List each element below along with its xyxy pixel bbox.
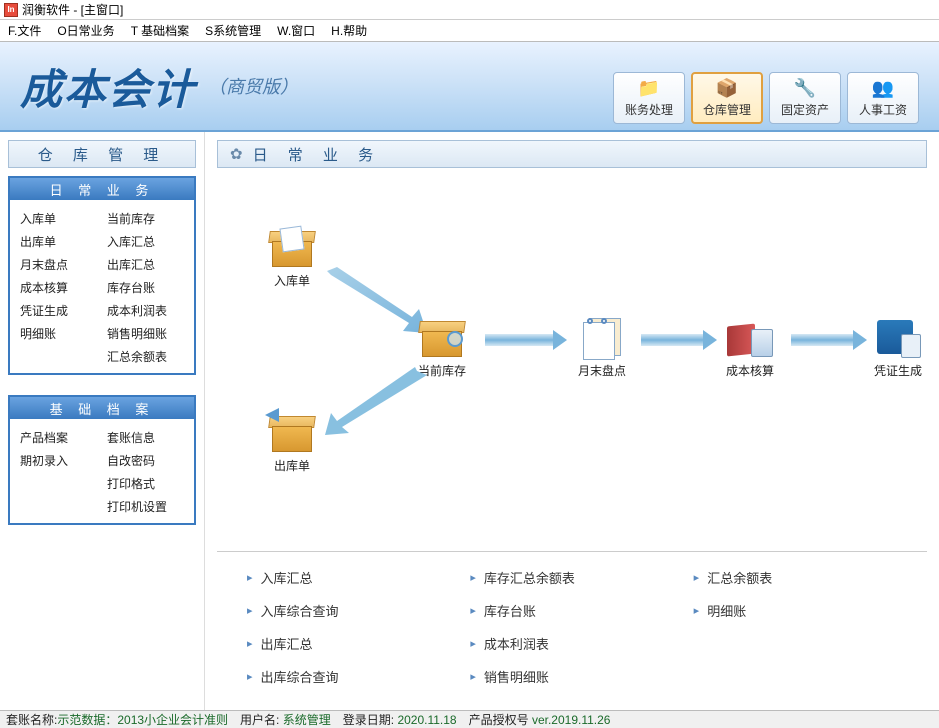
panel-daily-header: 日 常 业 务 [10, 178, 194, 200]
box-icon: 📦 [715, 79, 739, 99]
link-item[interactable]: 销售明细账 [470, 667, 673, 686]
link-item[interactable]: 入库汇总 [247, 568, 450, 587]
app-title: 成本会计 [20, 56, 196, 117]
sidebar-item[interactable]: 月末盘点 [20, 256, 97, 273]
app-subtitle: （商贸版） [208, 73, 298, 99]
folder-icon: 📁 [637, 79, 661, 99]
link-item[interactable]: 出库综合查询 [247, 667, 450, 686]
sidebar-item[interactable]: 打印机设置 [107, 498, 184, 515]
sidebar-item [20, 348, 97, 365]
module-buttons: 📁 账务处理 📦 仓库管理 🔧 固定资产 👥 人事工资 [613, 72, 919, 124]
module-accounting[interactable]: 📁 账务处理 [613, 72, 685, 124]
arrow-icon [485, 334, 555, 346]
sidebar-item[interactable]: 入库汇总 [107, 233, 184, 250]
sidebar-item[interactable]: 明细账 [20, 325, 97, 342]
flow-inbound[interactable]: 入库单 [267, 226, 317, 289]
sidebar-item[interactable]: 自改密码 [107, 452, 184, 469]
arrow-icon [641, 334, 705, 346]
module-warehouse[interactable]: 📦 仓库管理 [691, 72, 763, 124]
sidebar-item[interactable]: 入库单 [20, 210, 97, 227]
main-title: ✿ 日 常 业 务 [217, 140, 927, 168]
calendar-icon [577, 316, 627, 360]
sidebar-item[interactable]: 套账信息 [107, 429, 184, 446]
flow-inventory[interactable]: 月末盘点 [577, 316, 627, 379]
menubar: F.文件 O日常业务 T 基础档案 S系统管理 W.窗口 H.帮助 [0, 20, 939, 42]
module-assets[interactable]: 🔧 固定资产 [769, 72, 841, 124]
titlebar: In 润衡软件 - [主窗口] [0, 0, 939, 20]
statusbar: 套账名称:示范数据：2013小企业会计准则 用户名: 系统管理 登录日期: 20… [0, 710, 939, 728]
link-item[interactable]: 库存台账 [470, 601, 673, 620]
menu-window[interactable]: W.窗口 [277, 22, 315, 39]
flow-costing[interactable]: 成本核算 [725, 316, 775, 379]
sidebar-item[interactable]: 打印格式 [107, 475, 184, 492]
arrow-icon [327, 271, 417, 331]
banner: 成本会计 （商贸版） 📁 账务处理 📦 仓库管理 🔧 固定资产 👥 人事工资 [0, 42, 939, 132]
app-icon: In [4, 3, 18, 17]
menu-daily[interactable]: O日常业务 [57, 22, 114, 39]
flow-voucher[interactable]: 凭证生成 [873, 316, 923, 379]
sidebar-item[interactable]: 成本利润表 [107, 302, 184, 319]
report-links: 入库汇总 库存汇总余额表 汇总余额表 入库综合查询 库存台账 明细账 出库汇总 … [217, 552, 927, 702]
sidebar: 仓 库 管 理 日 常 业 务 入库单 当前库存 出库单 入库汇总 月末盘点 出… [0, 132, 205, 710]
tool-icon: 🔧 [793, 79, 817, 99]
people-icon: 👥 [871, 79, 895, 99]
menu-archive[interactable]: T 基础档案 [131, 22, 189, 39]
arrow-icon [327, 371, 417, 431]
link-item[interactable]: 入库综合查询 [247, 601, 450, 620]
box-out-icon [267, 411, 317, 455]
sidebar-item[interactable]: 出库单 [20, 233, 97, 250]
sidebar-item[interactable]: 产品档案 [20, 429, 97, 446]
panel-daily: 日 常 业 务 入库单 当前库存 出库单 入库汇总 月末盘点 出库汇总 成本核算… [8, 176, 196, 375]
menu-file[interactable]: F.文件 [8, 22, 41, 39]
link-item[interactable]: 成本利润表 [470, 634, 673, 653]
flow-outbound[interactable]: 出库单 [267, 411, 317, 474]
sidebar-title: 仓 库 管 理 [8, 140, 196, 168]
menu-help[interactable]: H.帮助 [331, 22, 367, 39]
box-in-icon [267, 226, 317, 270]
module-hr[interactable]: 👥 人事工资 [847, 72, 919, 124]
sidebar-item[interactable]: 库存台账 [107, 279, 184, 296]
main-panel: ✿ 日 常 业 务 入库单 [205, 132, 939, 710]
sidebar-item[interactable]: 出库汇总 [107, 256, 184, 273]
flow-stock[interactable]: 当前库存 [417, 316, 467, 379]
link-item[interactable]: 出库汇总 [247, 634, 450, 653]
content: 仓 库 管 理 日 常 业 务 入库单 当前库存 出库单 入库汇总 月末盘点 出… [0, 132, 939, 710]
sidebar-item [20, 498, 97, 515]
link-item[interactable]: 库存汇总余额表 [470, 568, 673, 587]
box-stock-icon [417, 316, 467, 360]
sidebar-item [20, 475, 97, 492]
gear-icon: ✿ [230, 145, 243, 163]
link-item[interactable]: 明细账 [694, 601, 897, 620]
sidebar-item[interactable]: 当前库存 [107, 210, 184, 227]
sidebar-item[interactable]: 凭证生成 [20, 302, 97, 319]
link-item[interactable]: 汇总余额表 [694, 568, 897, 587]
sidebar-item[interactable]: 期初录入 [20, 452, 97, 469]
window-title: 润衡软件 - [主窗口] [22, 1, 123, 18]
arrow-icon [791, 334, 855, 346]
book-calc-icon [725, 316, 775, 360]
panel-archive-header: 基 础 档 案 [10, 397, 194, 419]
sidebar-item[interactable]: 销售明细账 [107, 325, 184, 342]
menu-system[interactable]: S系统管理 [205, 22, 261, 39]
sidebar-item[interactable]: 汇总余额表 [107, 348, 184, 365]
flow-diagram: 入库单 当前库存 [217, 176, 927, 552]
voucher-icon [873, 316, 923, 360]
panel-archive: 基 础 档 案 产品档案 套账信息 期初录入 自改密码 打印格式 打印机设置 [8, 395, 196, 525]
sidebar-item[interactable]: 成本核算 [20, 279, 97, 296]
